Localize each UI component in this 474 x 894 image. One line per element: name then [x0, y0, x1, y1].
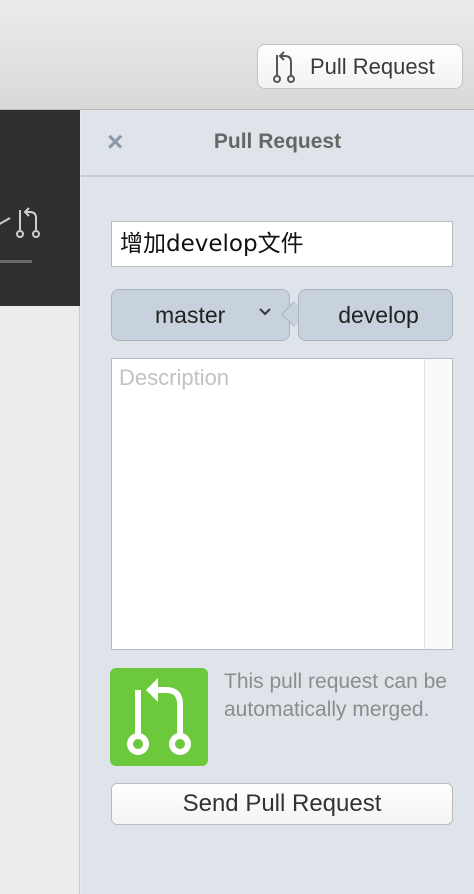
send-pull-request-button[interactable]: Send Pull Request: [111, 783, 453, 825]
selection-underline: [0, 260, 32, 263]
pull-request-icon: [0, 207, 40, 238]
pull-request-panel: × Pull Request 增加develop文件 master develo…: [81, 110, 474, 894]
merge-status-message: This pull request can be automatically m…: [224, 670, 447, 721]
description-textarea[interactable]: [112, 359, 424, 649]
target-branch-select[interactable]: master: [111, 289, 290, 341]
window-toolbar: Pull Request: [0, 0, 474, 110]
description-scrollbar[interactable]: [424, 359, 452, 649]
pull-request-icon: [273, 50, 295, 83]
merge-icon: [127, 678, 191, 755]
description-field: [111, 358, 453, 650]
panel-header: × Pull Request: [81, 110, 474, 177]
target-branch-label: master: [155, 301, 226, 328]
pull-request-toolbar-label: Pull Request: [310, 53, 435, 79]
pull-request-toolbar-button[interactable]: Pull Request: [257, 44, 463, 89]
source-branch-select[interactable]: develop: [298, 289, 453, 341]
panel-title: Pull Request: [213, 130, 342, 153]
pr-title-input[interactable]: 增加develop文件: [111, 221, 453, 267]
merge-status-icon: [110, 668, 208, 766]
sidebar-selected-item[interactable]: [0, 110, 80, 306]
chevron-down-icon: [259, 308, 271, 316]
source-branch-label: develop: [338, 301, 419, 328]
